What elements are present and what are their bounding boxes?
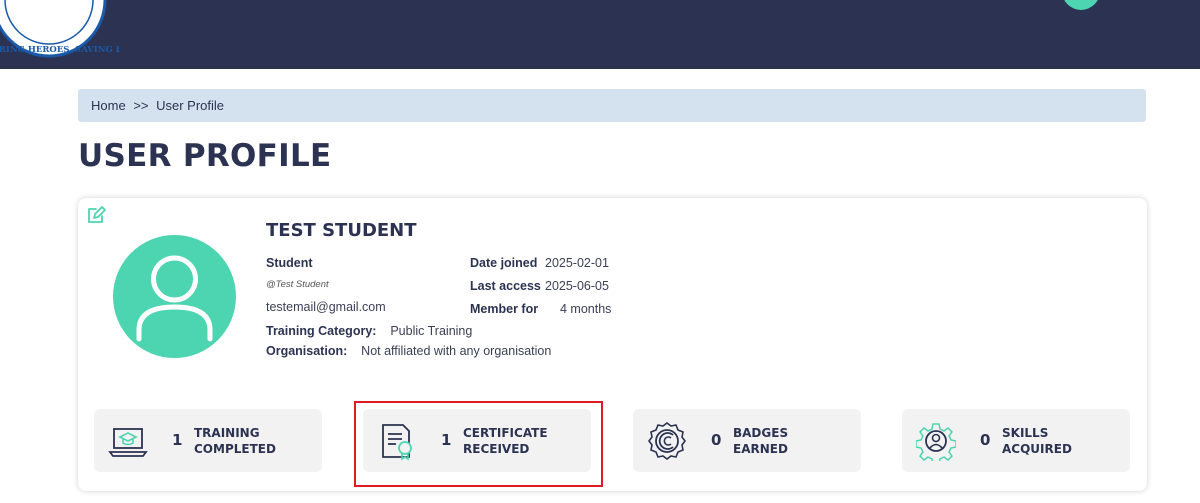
edit-icon[interactable] [86,205,106,225]
user-menu-avatar[interactable] [1062,0,1100,10]
profile-avatar [113,235,236,358]
stat-label-line2: COMPLETED [194,442,276,456]
breadcrumb-home-link[interactable]: Home [91,98,126,113]
laptop-graduation-icon [108,428,148,457]
stat-label-line1: TRAINING [194,426,260,440]
training-category: Training Category: Public Training [266,324,472,338]
badge-icon [648,422,686,460]
stat-label: BADGES EARNED [733,425,788,457]
profile-role: Student [266,256,313,270]
stat-label-line2: EARNED [733,442,788,456]
stat-label-line2: ACQUIRED [1002,442,1072,456]
stat-label: TRAINING COMPLETED [194,425,276,457]
stat-value: 0 [980,431,991,449]
date-joined-label: Date joined [470,256,538,270]
stat-label-line1: BADGES [733,426,789,440]
breadcrumb: Home >> User Profile [78,89,1146,122]
profile-email: testemail@gmail.com [266,300,386,314]
profile-name: TEST STUDENT [266,220,417,241]
page-title: USER PROFILE [78,138,332,174]
member-for-label: Member for [470,302,539,316]
profile-card: TEST STUDENT Student @Test Student teste… [78,198,1147,491]
gear-user-icon [916,423,956,461]
organisation-value: Not affiliated with any organisation [361,344,552,358]
training-category-value: Public Training [390,324,473,338]
stat-label: SKILLS ACQUIRED [1002,425,1072,457]
logo[interactable]: EMPOWERING HEROES, SAVING LIVES [0,0,120,58]
highlight-box [354,401,603,487]
training-category-label: Training Category: [266,324,377,338]
date-joined-value: 2025-02-01 [545,256,609,270]
user-icon [136,255,213,342]
organisation-label: Organisation: [266,344,348,358]
breadcrumb-separator: >> [133,98,149,113]
top-navigation-bar: EMPOWERING HEROES, SAVING LIVES [0,0,1200,69]
stat-value: 1 [172,431,183,449]
last-access-label: Last access [470,279,541,293]
stat-badges-earned[interactable]: 0 BADGES EARNED [633,409,861,472]
stat-skills-acquired[interactable]: 0 SKILLS ACQUIRED [902,409,1130,472]
stat-value: 0 [711,431,722,449]
stat-label-line1: SKILLS [1002,426,1049,440]
breadcrumb-current: User Profile [156,98,225,113]
profile-handle: @Test Student [266,279,329,290]
member-for-value: 4 months [560,302,612,316]
organisation: Organisation: Not affiliated with any or… [266,344,551,358]
logo-text: EMPOWERING HEROES, SAVING LIVES [0,45,120,55]
last-access-value: 2025-06-05 [545,279,609,293]
stat-training-completed[interactable]: 1 TRAINING COMPLETED [94,409,322,472]
